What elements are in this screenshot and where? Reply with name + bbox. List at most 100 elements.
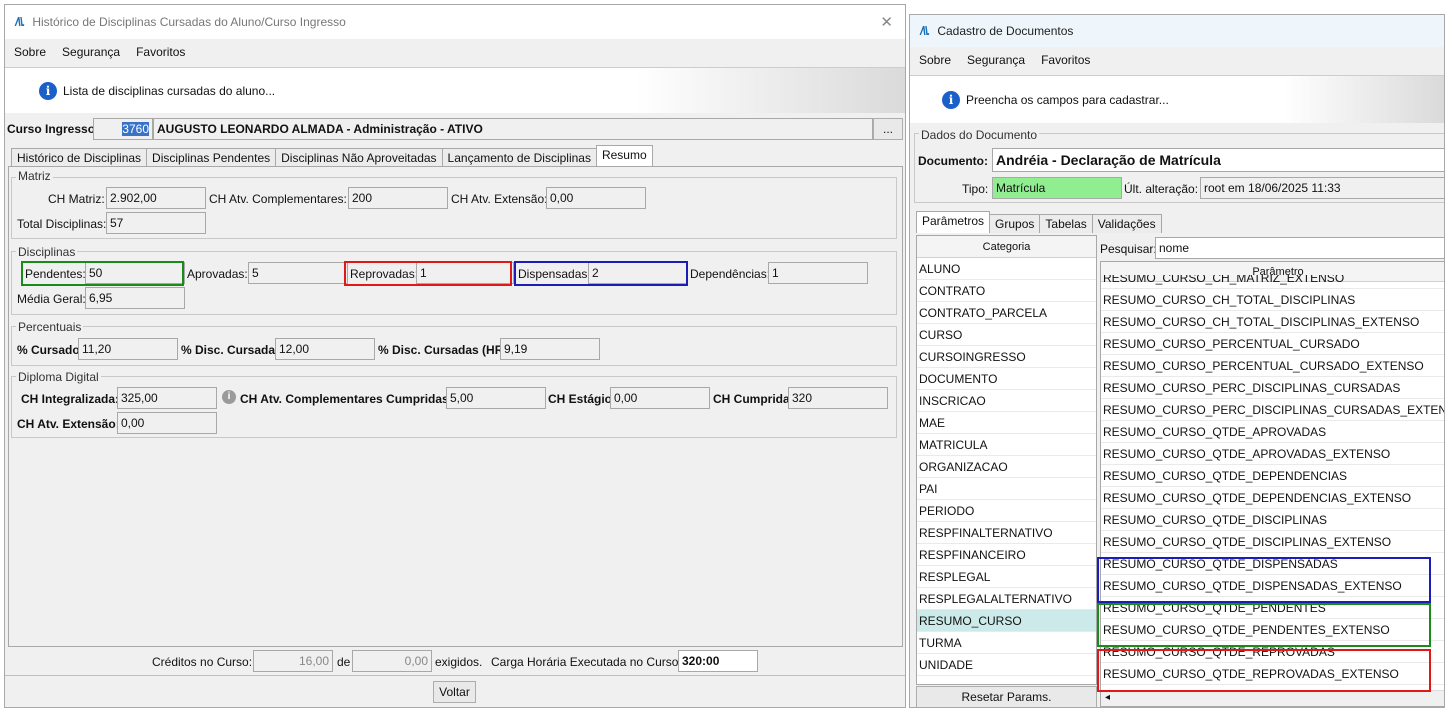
parametro-item[interactable]: RESUMO_CURSO_PERCENTUAL_CURSADO (1101, 333, 1444, 355)
parametro-item[interactable]: RESUMO_CURSO_CH_TOTAL_DISCIPLINAS (1101, 289, 1444, 311)
info-icon: i (39, 81, 57, 100)
ch-estagio-label: CH Estágio: (548, 392, 617, 406)
categoria-item[interactable]: DOCUMENTO (917, 368, 1096, 390)
disc-cursadas-field[interactable]: 12,00 (275, 338, 375, 360)
categoria-item[interactable]: INSCRICAO (917, 390, 1096, 412)
parametro-item[interactable]: RESUMO_CURSO_QTDE_DISCIPLINAS (1101, 509, 1444, 531)
close-icon[interactable]: ✕ (880, 13, 893, 31)
ch-ext-field[interactable]: 0,00 (546, 187, 646, 209)
voltar-button[interactable]: Voltar (433, 681, 476, 703)
dependencias-field[interactable]: 1 (768, 262, 868, 284)
media-geral-field[interactable]: 6,95 (85, 287, 185, 309)
ch-cumprida-field[interactable]: 320 (788, 387, 888, 409)
categoria-item[interactable]: CONTRATO (917, 280, 1096, 302)
tab-tabelas[interactable]: Tabelas (1039, 214, 1093, 233)
parametro-item[interactable]: RESUMO_CURSO_CH_TOTAL_DISCIPLINAS_EXTENS… (1101, 311, 1444, 333)
categoria-item[interactable]: ALUNO (917, 258, 1096, 280)
scroll-left-icon[interactable]: ◂ (1105, 692, 1110, 703)
categoria-item[interactable]: PAI (917, 478, 1096, 500)
tab-lancamento[interactable]: Lançamento de Disciplinas (441, 148, 597, 167)
tab-validacoes[interactable]: Validações (1091, 214, 1162, 233)
ch-integralizada-field[interactable]: 325,00 (117, 387, 217, 409)
tab-parametros[interactable]: Parâmetros (916, 211, 991, 233)
resetar-params-button[interactable]: Resetar Params. (916, 686, 1097, 707)
dispensadas-param-highlight (1097, 557, 1431, 603)
reprovadas-param-highlight (1097, 649, 1431, 692)
percentuais-title: Percentuais (16, 320, 84, 334)
pesquisar-input[interactable]: nome (1155, 237, 1444, 259)
tab-pendentes[interactable]: Disciplinas Pendentes (146, 148, 277, 167)
dispensadas-highlight (514, 261, 688, 286)
tab-historico[interactable]: Histórico de Disciplinas (11, 148, 148, 167)
tab-resumo[interactable]: Resumo (595, 145, 653, 167)
categoria-item[interactable]: RESPFINANCEIRO (917, 544, 1096, 566)
menu-bar: Sobre Segurança Favoritos (5, 39, 905, 65)
categoria-header: Categoria (917, 236, 1096, 258)
info-small-icon[interactable]: i (222, 390, 236, 404)
tipo-label: Tipo: (962, 182, 989, 196)
lookup-button[interactable]: ... (873, 118, 903, 140)
parametro-item[interactable]: RESUMO_CURSO_QTDE_APROVADAS_EXTENSO (1101, 443, 1444, 465)
ch-atv-extensao-label: CH Atv. Extensão: (17, 417, 120, 431)
documento-field[interactable]: Andréia - Declaração de Matrícula (992, 148, 1444, 172)
categoria-item[interactable]: CONTRATO_PARCELA (917, 302, 1096, 324)
disc-cursadas-label: % Disc. Cursadas: (181, 343, 286, 357)
pendentes-highlight (21, 261, 184, 286)
parametro-item[interactable]: RESUMO_CURSO_QTDE_DISCIPLINAS_EXTENSO (1101, 531, 1444, 553)
ch-atv-extensao-field[interactable]: 0,00 (117, 412, 217, 434)
right-menu-seguranca[interactable]: Segurança (967, 53, 1025, 67)
categoria-item[interactable]: RESPLEGALALTERNATIVO (917, 588, 1096, 610)
info-text: Lista de disciplinas cursadas do aluno..… (63, 83, 276, 98)
categoria-item[interactable]: RESPFINALTERNATIVO (917, 522, 1096, 544)
app-logo-icon: /\\. (15, 15, 25, 29)
horizontal-scrollbar[interactable]: ◂ (1101, 690, 1444, 706)
aprovadas-field[interactable]: 5 (248, 262, 348, 284)
categoria-item[interactable]: CURSO (917, 324, 1096, 346)
parametro-item[interactable]: RESUMO_CURSO_PERC_DISCIPLINAS_CURSADAS_E… (1101, 399, 1444, 421)
ch-matriz-field[interactable]: 2.902,00 (106, 187, 206, 209)
right-menu-sobre[interactable]: Sobre (919, 53, 951, 67)
parametro-item[interactable]: RESUMO_CURSO_PERC_DISCIPLINAS_CURSADAS (1101, 377, 1444, 399)
tab-grupos[interactable]: Grupos (989, 214, 1041, 233)
diploma-title: Diploma Digital (16, 370, 101, 384)
categoria-item[interactable]: RESPLEGAL (917, 566, 1096, 588)
parametro-item[interactable]: RESUMO_CURSO_CH_MATRIZ_EXTENSO (1101, 275, 1444, 289)
menu-favoritos[interactable]: Favoritos (136, 45, 185, 59)
ch-ext-label: CH Atv. Extensão: (451, 192, 548, 206)
parametro-item[interactable]: RESUMO_CURSO_PERCENTUAL_CURSADO_EXTENSO (1101, 355, 1444, 377)
window-title: Histórico de Disciplinas Cursadas do Alu… (32, 15, 346, 29)
categoria-item[interactable]: PERIODO (917, 500, 1096, 522)
categoria-item[interactable]: ORGANIZACAO (917, 456, 1096, 478)
curso-code-field[interactable]: 3760 (93, 118, 153, 140)
categoria-list: Categoria ALUNO CONTRATO CONTRATO_PARCELA C… (916, 235, 1097, 685)
ch-comp-cumpridas-field[interactable]: 5,00 (446, 387, 546, 409)
info-banner: i Lista de disciplinas cursadas do aluno… (5, 67, 905, 113)
categoria-item[interactable]: MAE (917, 412, 1096, 434)
ch-atv-field[interactable]: 200 (348, 187, 448, 209)
pendentes-param-highlight (1097, 603, 1431, 647)
tipo-field[interactable]: Matrícula (992, 177, 1122, 199)
matriz-title: Matriz (16, 169, 53, 183)
documento-label: Documento: (918, 154, 988, 168)
menu-sobre[interactable]: Sobre (14, 45, 46, 59)
disc-cursadas-hr-field[interactable]: 9,19 (500, 338, 600, 360)
parametro-item[interactable]: RESUMO_CURSO_QTDE_APROVADAS (1101, 421, 1444, 443)
parametro-item[interactable]: RESUMO_CURSO_QTDE_DEPENDENCIAS (1101, 465, 1444, 487)
disciplinas-title: Disciplinas (16, 245, 78, 259)
cursado-field[interactable]: 11,20 (78, 338, 178, 360)
menu-seguranca[interactable]: Segurança (62, 45, 120, 59)
total-disciplinas-field[interactable]: 57 (106, 212, 206, 234)
ch-estagio-field[interactable]: 0,00 (610, 387, 710, 409)
de-label: de (337, 655, 351, 669)
categoria-item[interactable]: MATRICULA (917, 434, 1096, 456)
right-info-icon: i (942, 90, 960, 109)
categoria-item[interactable]: CURSOINGRESSO (917, 346, 1096, 368)
categoria-item[interactable]: UNIDADE (917, 654, 1096, 676)
exigidos-label: exigidos. (435, 655, 483, 669)
parametro-item[interactable]: RESUMO_CURSO_QTDE_DEPENDENCIAS_EXTENSO (1101, 487, 1444, 509)
reprovadas-highlight (344, 261, 512, 286)
tab-nao-aproveitadas[interactable]: Disciplinas Não Aproveitadas (275, 148, 443, 167)
right-menu-favoritos[interactable]: Favoritos (1041, 53, 1090, 67)
categoria-item[interactable]: TURMA (917, 632, 1096, 654)
categoria-item[interactable]: RESUMO_CURSO (917, 610, 1096, 632)
